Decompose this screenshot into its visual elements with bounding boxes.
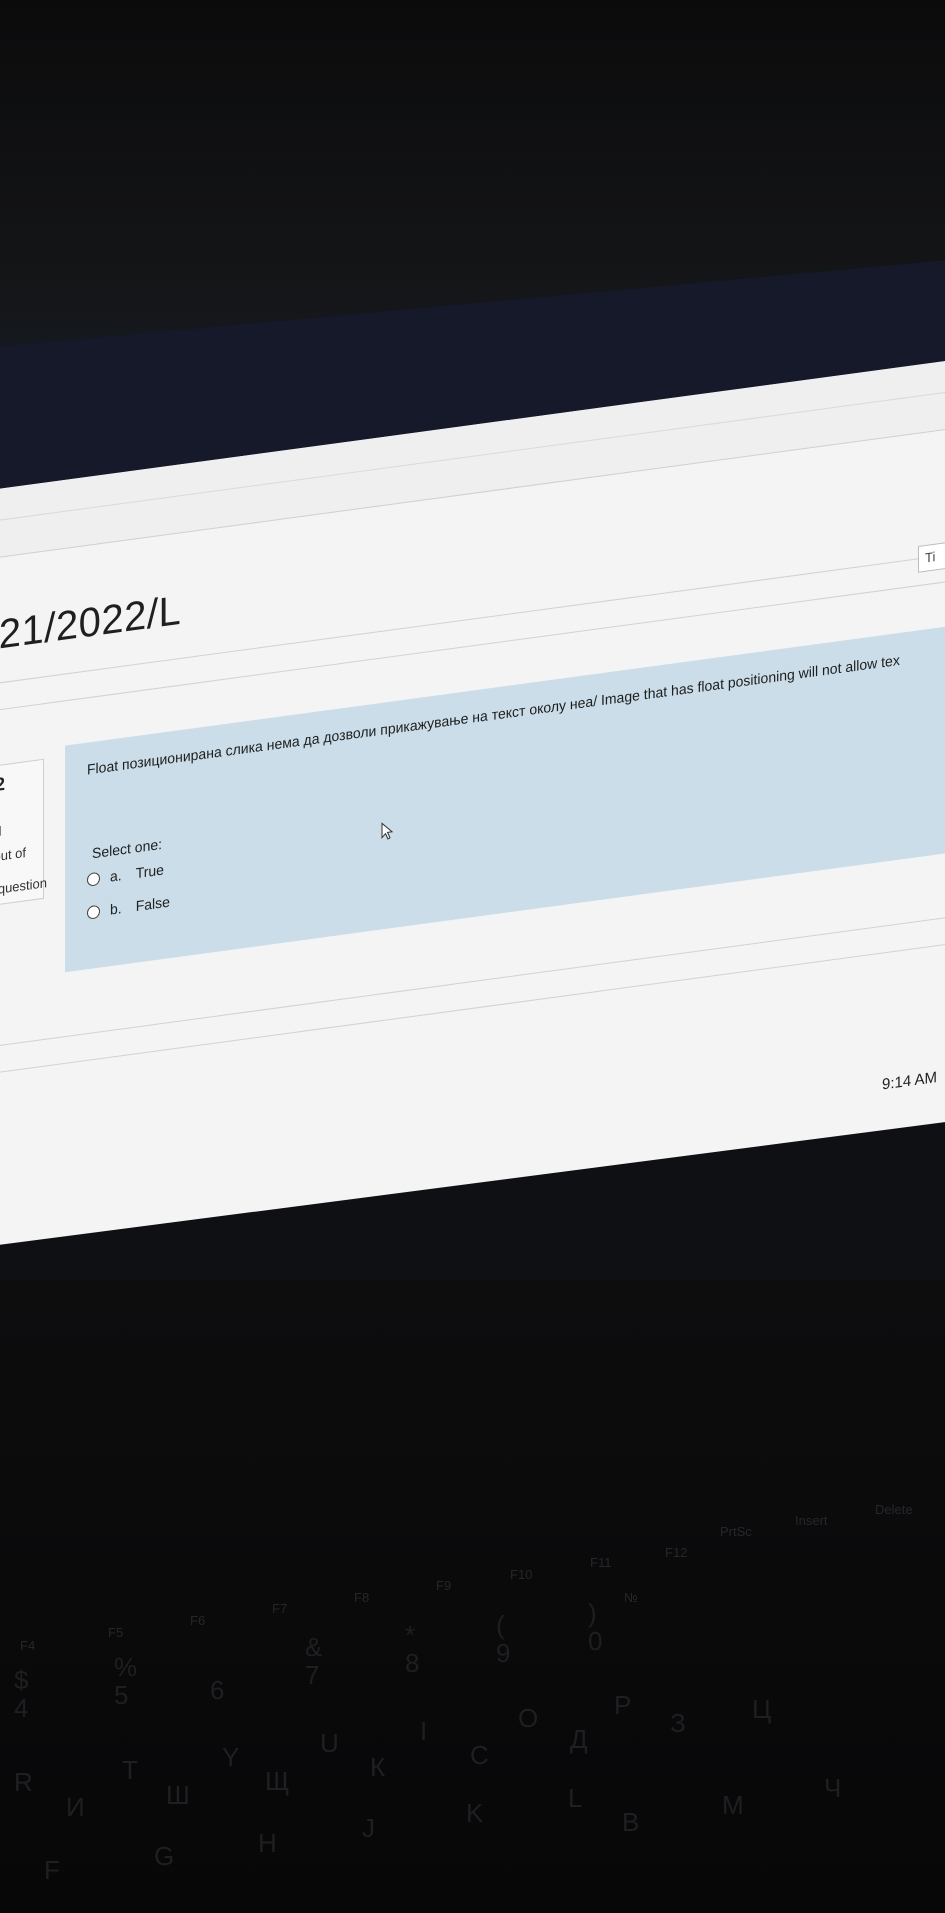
quiz-timer-button[interactable]: Ti	[918, 540, 945, 573]
option-label: False	[135, 893, 170, 915]
key-g: G	[154, 1841, 175, 1871]
key-6: 6	[210, 1675, 225, 1705]
question-marks: l out of	[0, 844, 27, 866]
key-4: 4	[14, 1693, 29, 1723]
keyboard: F4 F5 F6 F7 F8 F9 F10 F11 F12 PrtSc Inse…	[0, 1280, 945, 1913]
question-info-panel: 2 ed l out of g question	[0, 758, 47, 911]
select-one-label: Select one:	[92, 835, 163, 862]
key-k: K	[466, 1798, 484, 1828]
key-cyr-ka: К	[370, 1752, 386, 1782]
taskbar-clock: 9:14 AM	[882, 1068, 938, 1094]
key-dollar: $	[14, 1665, 29, 1695]
key-8: 8	[405, 1648, 420, 1678]
question-text: Float позиционирана слика нема да дозвол…	[87, 651, 900, 778]
key-cyr-tse: Ц	[752, 1694, 772, 1724]
key-cyr-sha: Ш	[166, 1780, 190, 1810]
key-delete: Delete	[875, 1502, 913, 1517]
key-r: R	[14, 1767, 33, 1797]
radio-button-icon[interactable]	[87, 871, 100, 887]
key-cyr-em: М	[722, 1790, 744, 1820]
key-f7: F7	[272, 1601, 288, 1616]
key-o: O	[518, 1703, 539, 1733]
key-numero: №	[624, 1590, 638, 1605]
key-p: P	[614, 1690, 632, 1720]
key-j: J	[362, 1813, 375, 1843]
flag-question-link[interactable]: g question	[0, 875, 47, 899]
radio-button-icon[interactable]	[87, 904, 100, 920]
key-y: Y	[222, 1742, 240, 1772]
key-l: L	[568, 1783, 583, 1813]
key-f11: F11	[590, 1555, 612, 1570]
key-cyr-es: С	[470, 1740, 489, 1770]
key-f6: F6	[190, 1613, 206, 1628]
key-7: 7	[305, 1660, 320, 1690]
key-h: H	[258, 1828, 277, 1858]
course-title: 021/2022/L	[0, 587, 182, 661]
key-ampersand: &	[305, 1632, 323, 1662]
key-f: F	[44, 1855, 60, 1885]
option-label: True	[135, 861, 164, 882]
question-status: ed	[0, 823, 1, 840]
key-cyr-i: И	[66, 1792, 85, 1822]
key-f8: F8	[354, 1590, 370, 1605]
option-letter: a.	[110, 866, 122, 885]
key-cyr-ze: З	[670, 1708, 686, 1738]
key-5: 5	[114, 1680, 129, 1710]
key-9: 9	[496, 1638, 511, 1668]
key-i: I	[420, 1716, 428, 1746]
key-paren-left: (	[496, 1610, 505, 1640]
key-f4: F4	[20, 1638, 36, 1653]
key-cyr-che: Ч	[824, 1773, 842, 1803]
mouse-cursor-icon	[381, 822, 394, 840]
key-f9: F9	[436, 1578, 452, 1593]
key-0: 0	[588, 1626, 603, 1656]
key-cyr-de: Д	[570, 1724, 588, 1754]
key-f10: F10	[510, 1567, 533, 1582]
key-paren-right: )	[588, 1598, 597, 1628]
option-letter: b.	[110, 899, 122, 918]
key-f5: F5	[108, 1625, 124, 1640]
key-cyr-shcha: Щ	[265, 1766, 290, 1796]
key-t: T	[122, 1755, 138, 1785]
answer-option-true[interactable]: a. True	[87, 861, 164, 888]
key-prtsc: PrtSc	[720, 1524, 752, 1539]
key-cyr-ve: В	[622, 1807, 640, 1837]
key-u: U	[320, 1728, 339, 1758]
question-number: 2	[0, 773, 6, 796]
answer-option-false[interactable]: b. False	[87, 893, 170, 921]
key-f12: F12	[665, 1545, 688, 1560]
question-content: Float позиционирана слика нема да дозвол…	[65, 617, 945, 973]
key-insert: Insert	[795, 1513, 828, 1528]
key-asterisk: *	[405, 1620, 416, 1650]
key-percent: %	[114, 1652, 138, 1682]
